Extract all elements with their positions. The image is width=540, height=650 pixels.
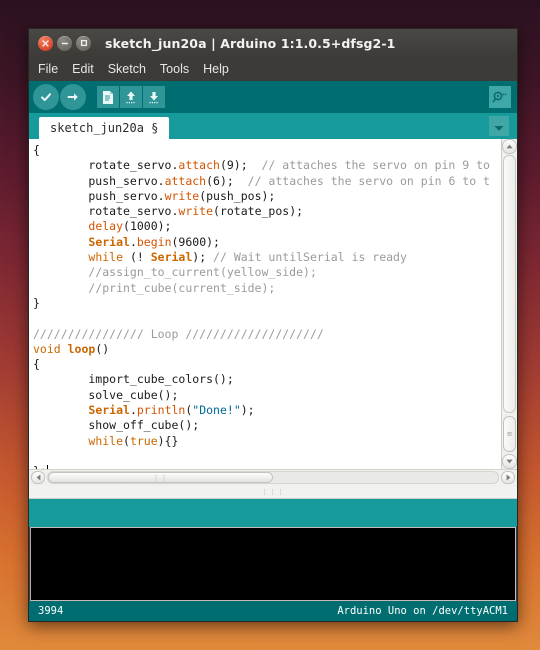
code-line: { bbox=[33, 357, 40, 372]
window-title: sketch_jun20a | Arduino 1:1.0.5+dfsg2-1 bbox=[105, 35, 396, 51]
horizontal-scroll-track[interactable]: ⋮⋮ bbox=[47, 471, 499, 484]
save-sketch-button[interactable] bbox=[143, 86, 165, 108]
scroll-up-arrow-icon[interactable] bbox=[502, 139, 517, 154]
window-controls bbox=[38, 35, 91, 51]
code-line: while(true){} bbox=[88, 433, 179, 448]
code-text[interactable]: { rotate_servo.attach(9); // attaches th… bbox=[29, 139, 501, 469]
new-sketch-button[interactable] bbox=[97, 86, 119, 108]
document-icon bbox=[101, 90, 115, 105]
vertical-scroll-track[interactable] bbox=[503, 155, 516, 413]
code-line: push_servo.write(push_pos); bbox=[33, 188, 276, 203]
message-area bbox=[29, 499, 517, 527]
scroll-grip-icon: ≡ bbox=[506, 429, 513, 438]
upload-button[interactable] bbox=[60, 84, 86, 110]
tab-strip: sketch_jun20a § bbox=[29, 113, 517, 139]
splitter-grip-icon: ⋮⋮⋮ bbox=[261, 488, 285, 496]
code-line: show_off_cube(); bbox=[33, 418, 200, 433]
tab-sketch-jun20a[interactable]: sketch_jun20a § bbox=[39, 117, 170, 139]
scroll-down-arrow-icon[interactable] bbox=[502, 454, 517, 469]
code-line: { bbox=[33, 143, 40, 157]
scroll-left-arrow-icon[interactable] bbox=[31, 471, 45, 484]
chevron-down-icon bbox=[493, 117, 505, 136]
maximize-window-icon[interactable] bbox=[76, 35, 91, 51]
check-icon bbox=[39, 90, 53, 104]
arduino-ide-window: sketch_jun20a | Arduino 1:1.0.5+dfsg2-1 … bbox=[28, 28, 518, 622]
arrow-up-icon bbox=[124, 90, 138, 105]
code-line: Serial.println("Done!"); bbox=[88, 403, 255, 418]
code-line: //////////////// Loop //////////////////… bbox=[33, 326, 324, 341]
line-number-indicator: 3994 bbox=[38, 605, 64, 617]
code-line: //assign_to_current(yellow_side); bbox=[88, 265, 317, 280]
arrow-right-icon bbox=[66, 90, 80, 104]
tab-menu-button[interactable] bbox=[489, 116, 509, 136]
code-editor[interactable]: { rotate_servo.attach(9); // attaches th… bbox=[29, 139, 517, 469]
scroll-grip-icon: ⋮⋮ bbox=[152, 473, 169, 482]
verify-button[interactable] bbox=[33, 84, 59, 110]
serial-monitor-button[interactable] bbox=[489, 86, 511, 108]
code-line: import_cube_colors(); bbox=[33, 372, 234, 387]
code-line: //print_cube(current_side); bbox=[88, 280, 276, 295]
menu-item-help[interactable]: Help bbox=[203, 62, 229, 76]
horizontal-scroll-thumb[interactable]: ⋮⋮ bbox=[48, 472, 273, 483]
close-window-icon[interactable] bbox=[38, 35, 53, 51]
toolbar bbox=[29, 81, 517, 113]
code-line: Serial.begin(9600); bbox=[88, 234, 220, 249]
menu-item-tools[interactable]: Tools bbox=[160, 62, 189, 76]
scroll-right-arrow-icon[interactable] bbox=[501, 471, 515, 484]
code-line: solve_cube(); bbox=[33, 387, 179, 402]
open-sketch-button[interactable] bbox=[120, 86, 142, 108]
magnifier-icon bbox=[492, 90, 508, 104]
code-line: delay(1000); bbox=[88, 219, 172, 234]
menu-item-file[interactable]: File bbox=[38, 62, 58, 76]
editor-vertical-scrollbar[interactable]: ≡ bbox=[501, 139, 517, 469]
code-line: void loop() bbox=[33, 341, 110, 356]
code-line: rotate_servo.attach(9); // attaches the … bbox=[33, 158, 490, 173]
panel-splitter[interactable]: ⋮⋮⋮ bbox=[29, 486, 517, 499]
board-port-indicator: Arduino Uno on /dev/ttyACM1 bbox=[337, 605, 508, 617]
minimize-window-icon[interactable] bbox=[57, 35, 72, 51]
menu-item-sketch[interactable]: Sketch bbox=[108, 62, 146, 76]
window-titlebar: sketch_jun20a | Arduino 1:1.0.5+dfsg2-1 bbox=[29, 29, 517, 57]
arrow-down-icon bbox=[147, 90, 161, 105]
code-line: while (! Serial); // Wait untilSerial is… bbox=[88, 250, 407, 265]
code-line: push_servo.attach(6); // attaches the se… bbox=[33, 173, 490, 188]
editor-horizontal-scrollbar[interactable]: ⋮⋮ bbox=[29, 469, 517, 486]
status-bar: 3994 Arduino Uno on /dev/ttyACM1 bbox=[29, 601, 517, 621]
menu-bar: File Edit Sketch Tools Help bbox=[29, 57, 517, 81]
menu-item-edit[interactable]: Edit bbox=[72, 62, 94, 76]
code-line: } bbox=[33, 295, 40, 310]
vertical-scroll-thumb[interactable]: ≡ bbox=[503, 416, 516, 452]
console-output[interactable] bbox=[30, 527, 516, 601]
code-line: rotate_servo.write(rotate_pos); bbox=[33, 204, 304, 219]
